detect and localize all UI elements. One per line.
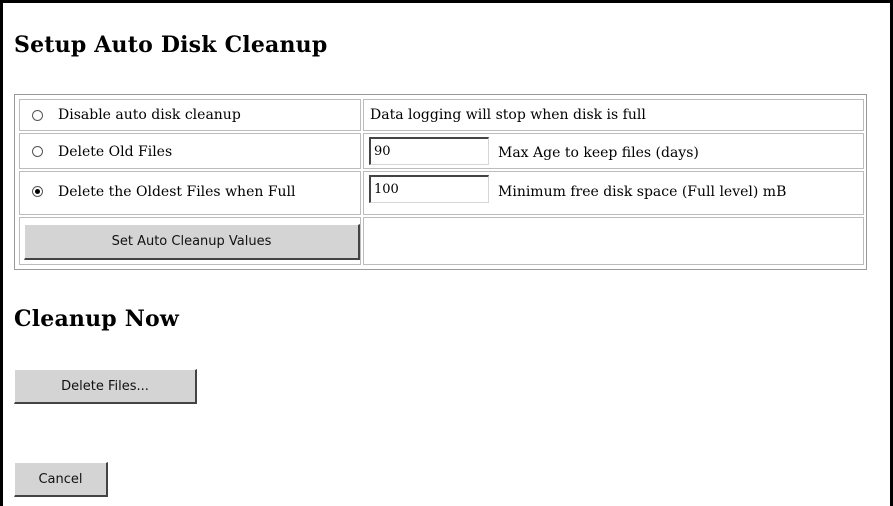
option-delete-old-cell[interactable]: Delete Old Files <box>19 133 361 169</box>
max-age-input[interactable] <box>369 137 489 165</box>
window-frame-left <box>0 0 3 506</box>
delete-old-files-label: Delete Old Files <box>58 144 173 160</box>
cleanup-options-table: Disable auto disk cleanup Data logging w… <box>14 94 867 270</box>
option-disable-cell[interactable]: Disable auto disk cleanup <box>19 99 361 131</box>
min-free-space-label: Minimum free disk space (Full level) mB <box>498 184 787 200</box>
max-age-label: Max Age to keep files (days) <box>498 145 699 161</box>
delete-oldest-files-label: Delete the Oldest Files when Full <box>58 184 296 200</box>
disable-cleanup-radio[interactable] <box>32 110 43 121</box>
max-age-cell: Max Age to keep files (days) <box>363 133 864 169</box>
setup-title: Setup Auto Disk Cleanup <box>14 32 328 58</box>
option-delete-oldest-cell[interactable]: Delete the Oldest Files when Full <box>19 171 361 215</box>
delete-files-button[interactable]: Delete Files... <box>14 369 197 404</box>
disable-cleanup-label: Disable auto disk cleanup <box>58 107 241 123</box>
empty-cell <box>363 217 864 265</box>
min-free-space-cell: Minimum free disk space (Full level) mB <box>363 171 864 215</box>
cleanup-now-title: Cleanup Now <box>14 306 180 332</box>
delete-old-files-radio[interactable] <box>32 146 43 157</box>
delete-oldest-files-radio[interactable] <box>32 186 43 197</box>
window-frame-top <box>0 0 893 3</box>
set-auto-cleanup-button[interactable]: Set Auto Cleanup Values <box>24 224 360 260</box>
cancel-button[interactable]: Cancel <box>14 462 108 497</box>
disable-note-cell: Data logging will stop when disk is full <box>363 99 864 131</box>
disable-cleanup-note: Data logging will stop when disk is full <box>370 107 646 123</box>
set-button-cell: Set Auto Cleanup Values <box>19 217 361 265</box>
min-free-space-input[interactable] <box>369 175 489 203</box>
